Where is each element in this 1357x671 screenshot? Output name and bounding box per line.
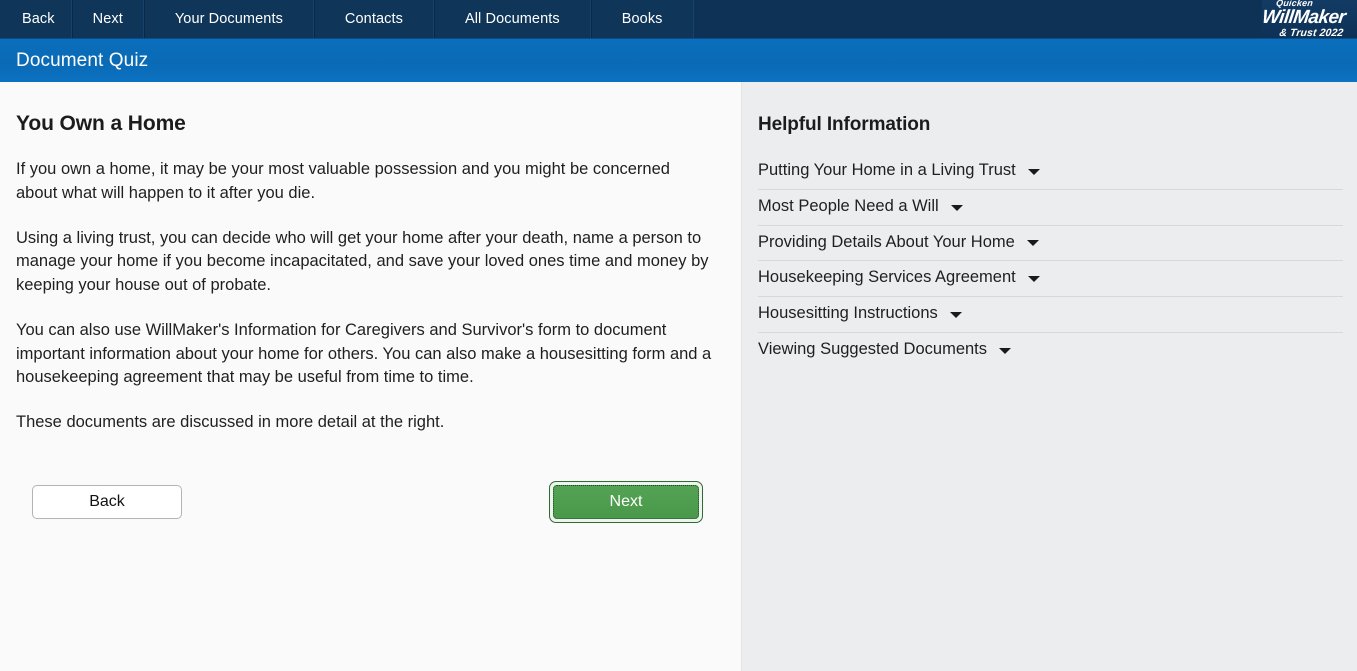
nav-item-label: Back: [22, 11, 55, 27]
accordion-item-label: Viewing Suggested Documents: [758, 340, 987, 360]
chevron-down-icon: [1028, 276, 1040, 282]
nav-item-label: Your Documents: [175, 11, 283, 27]
accordion-item-label: Housesitting Instructions: [758, 304, 938, 324]
accordion-item-housekeeping-services-agreement[interactable]: Housekeeping Services Agreement: [758, 261, 1343, 297]
main-content-pane: You Own a Home If you own a home, it may…: [0, 82, 742, 671]
nav-item-next[interactable]: Next: [72, 0, 144, 38]
nav-item-contacts[interactable]: Contacts: [314, 0, 434, 38]
next-button-focus-ring: Next: [549, 481, 703, 523]
chevron-down-icon: [1027, 240, 1039, 246]
brand-logo: Quicken WillMaker & Trust 2022: [1262, 0, 1357, 38]
accordion-item-label: Providing Details About Your Home: [758, 233, 1015, 253]
content-paragraph: Using a living trust, you can decide who…: [16, 227, 715, 298]
accordion-item-most-people-need-a-will[interactable]: Most People Need a Will: [758, 190, 1343, 226]
nav-item-books[interactable]: Books: [591, 0, 694, 38]
page-title-bar: Document Quiz: [0, 38, 1357, 82]
chevron-down-icon: [951, 205, 963, 211]
sidebar-heading: Helpful Information: [758, 114, 1343, 136]
nav-item-back[interactable]: Back: [0, 0, 72, 38]
brand-line-trust-year: & Trust 2022: [1279, 28, 1344, 38]
nav-item-label: Books: [622, 11, 663, 27]
nav-item-all-documents[interactable]: All Documents: [434, 0, 591, 38]
page-title: Document Quiz: [16, 50, 148, 72]
application-window: Back Next Your Documents Contacts All Do…: [0, 0, 1357, 671]
back-button[interactable]: Back: [32, 485, 182, 519]
nav-item-label: All Documents: [465, 11, 560, 27]
helpful-information-sidebar: Helpful Information Putting Your Home in…: [742, 82, 1357, 671]
accordion-item-viewing-suggested-documents[interactable]: Viewing Suggested Documents: [758, 333, 1343, 368]
top-navigation-bar: Back Next Your Documents Contacts All Do…: [0, 0, 1357, 38]
navigation-button-row: Back Next: [16, 481, 715, 523]
accordion-item-label: Most People Need a Will: [758, 197, 939, 217]
nav-item-label: Contacts: [345, 11, 403, 27]
accordion-item-putting-your-home-in-a-living-trust[interactable]: Putting Your Home in a Living Trust: [758, 154, 1343, 190]
accordion-item-housesitting-instructions[interactable]: Housesitting Instructions: [758, 297, 1343, 333]
chevron-down-icon: [999, 348, 1011, 354]
content-paragraph: These documents are discussed in more de…: [16, 411, 715, 435]
chevron-down-icon: [1028, 169, 1040, 175]
next-button[interactable]: Next: [553, 485, 699, 519]
nav-item-your-documents[interactable]: Your Documents: [144, 0, 314, 38]
accordion-item-providing-details-about-your-home[interactable]: Providing Details About Your Home: [758, 226, 1343, 262]
chevron-down-icon: [950, 312, 962, 318]
content-paragraph: You can also use WillMaker's Information…: [16, 319, 715, 390]
content-body: You Own a Home If you own a home, it may…: [0, 82, 1357, 671]
helpful-information-accordion: Putting Your Home in a Living Trust Most…: [758, 154, 1343, 368]
accordion-item-label: Housekeeping Services Agreement: [758, 268, 1016, 288]
content-paragraph: If you own a home, it may be your most v…: [16, 158, 715, 206]
nav-item-label: Next: [93, 11, 123, 27]
brand-line-willmaker: WillMaker: [1261, 9, 1346, 27]
nav-spacer: [694, 0, 1262, 38]
accordion-item-label: Putting Your Home in a Living Trust: [758, 161, 1016, 181]
content-heading: You Own a Home: [16, 112, 715, 136]
willmaker-logo: Quicken WillMaker & Trust 2022: [1259, 0, 1351, 38]
